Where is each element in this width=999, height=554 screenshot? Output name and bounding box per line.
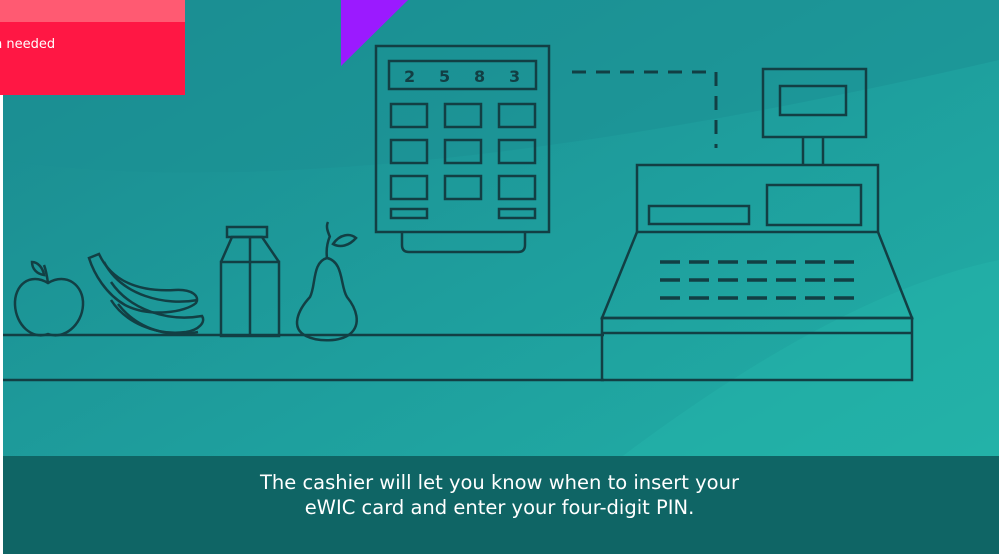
video-frame: 2 5 8 3 The cashier will let you know wh… <box>0 0 999 554</box>
notification-header-strip <box>0 0 185 22</box>
subtitle-caption: The cashier will let you know when to in… <box>0 470 999 520</box>
caption-line-2: eWIC card and enter your four-digit PIN. <box>304 496 695 519</box>
notification-text: n needed <box>0 37 56 52</box>
keypad-digit: 2 <box>404 67 415 86</box>
notification-banner[interactable]: n needed <box>0 0 185 95</box>
keypad-digit: 5 <box>439 67 450 86</box>
caption-line-1: The cashier will let you know when to in… <box>260 471 739 494</box>
keypad-digit: 3 <box>509 67 520 86</box>
keypad-digit: 8 <box>474 67 485 86</box>
